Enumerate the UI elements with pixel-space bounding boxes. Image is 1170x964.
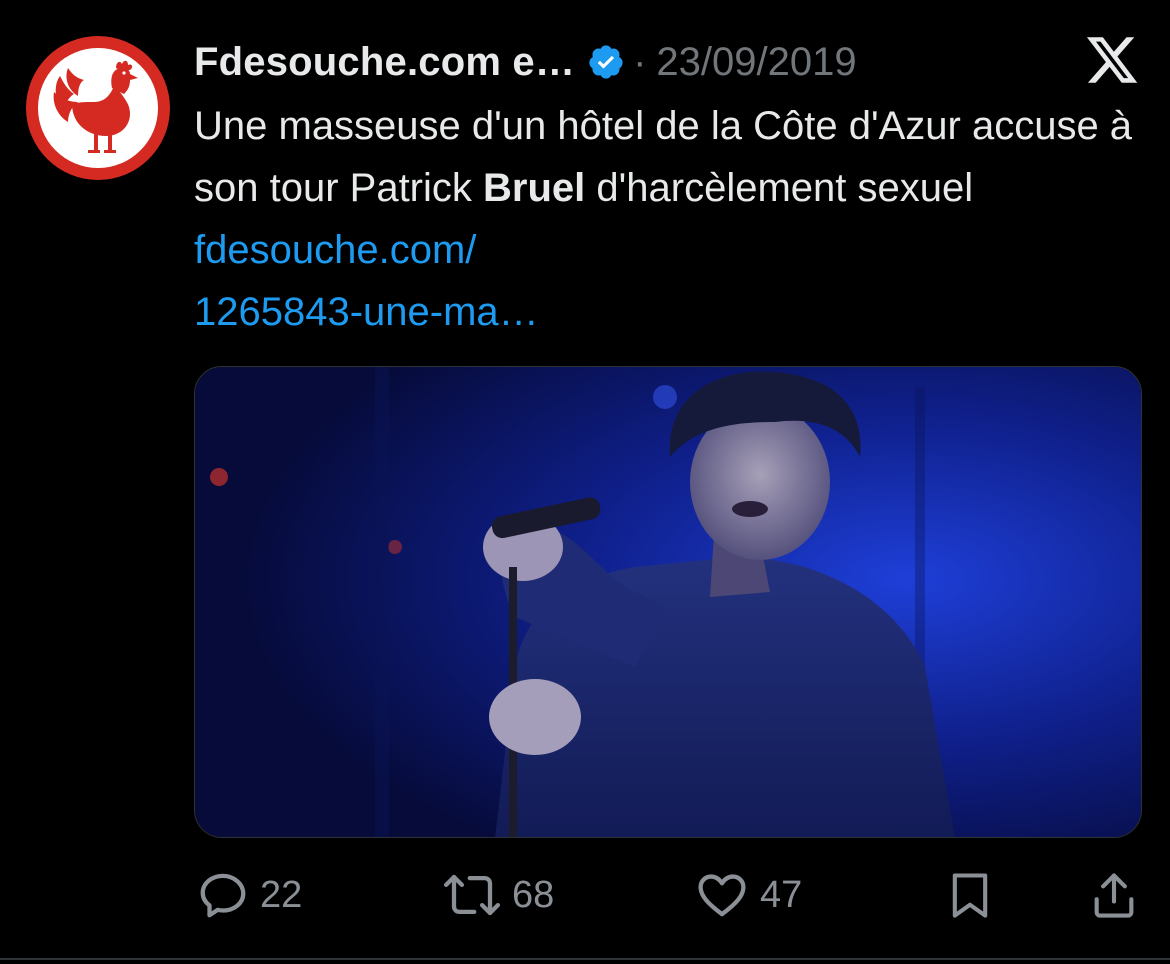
x-logo-icon[interactable]: [1084, 32, 1140, 88]
tweet-text-bold: Bruel: [483, 166, 586, 210]
author-name[interactable]: Fdesouche.com e…: [194, 40, 575, 85]
tweet-card[interactable]: Fdesouche.com e… · 23/09/2019 Une masseu…: [0, 0, 1170, 964]
author-avatar[interactable]: [26, 36, 170, 180]
tweet-link[interactable]: fdesouche.com/1265843-une-ma…: [194, 228, 539, 334]
like-count: 47: [760, 873, 803, 916]
retweet-button[interactable]: 68: [442, 860, 554, 930]
bookmark-button[interactable]: [944, 860, 996, 930]
concert-photo: [195, 367, 1141, 837]
avatar-background: [38, 48, 158, 168]
tweet-link-line2[interactable]: 1265843-une-ma…: [194, 290, 539, 334]
rooster-icon: [53, 60, 138, 153]
bookmark-icon: [952, 873, 988, 918]
header-separator: ·: [633, 39, 647, 84]
tweet-link-line1[interactable]: fdesouche.com/: [194, 228, 476, 272]
share-button[interactable]: [1088, 860, 1140, 930]
tweet-actions: 22 68 47: [0, 860, 1170, 930]
tweet-header: Fdesouche.com e… · 23/09/2019: [194, 34, 857, 90]
retweet-icon: [443, 874, 501, 916]
reply-icon: [200, 873, 246, 918]
tweet-date[interactable]: 23/09/2019: [656, 40, 856, 85]
like-button[interactable]: 47: [694, 860, 802, 930]
tweet-text: Une masseuse d'un hôtel de la Côte d'Azu…: [194, 95, 1134, 343]
heart-icon: [698, 874, 746, 917]
retweet-count: 68: [512, 873, 555, 916]
verified-badge-icon: [587, 43, 625, 81]
tweet-text-part2: d'harcèlement sexuel: [585, 166, 974, 210]
reply-button[interactable]: 22: [196, 860, 302, 930]
tweet-media-image[interactable]: [194, 366, 1142, 838]
share-icon: [1094, 873, 1134, 918]
divider: [0, 958, 1170, 960]
reply-count: 22: [260, 873, 303, 916]
